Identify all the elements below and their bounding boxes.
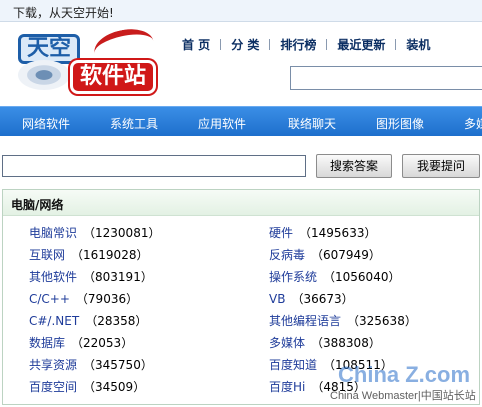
category-count: （803191） xyxy=(83,270,153,284)
category-system-tools[interactable]: 系统工具 xyxy=(110,115,158,132)
category-count: （607949） xyxy=(311,248,381,262)
category-link[interactable]: 互联网 xyxy=(29,248,65,262)
category-count: （34509） xyxy=(83,380,146,394)
logo-text-ruanjianzhan: 软件站 xyxy=(70,60,156,94)
category-link[interactable]: 共享资源 xyxy=(29,358,77,372)
list-item: C/C++ （79036） xyxy=(29,290,138,307)
ask-question-button[interactable]: 我要提问 xyxy=(402,154,480,178)
category-count: （36673） xyxy=(291,292,354,306)
category-count: （1056040） xyxy=(323,270,401,284)
nav-categories[interactable]: 分 类 xyxy=(231,36,259,53)
nav-ranking[interactable]: 排行榜 xyxy=(280,36,316,53)
category-count: （28358） xyxy=(85,314,148,328)
panel-title: 电脑/网络 xyxy=(11,198,64,212)
main-nav: 首 页 分 类 排行榜 最近更新 装机 xyxy=(182,36,430,54)
slogan-text: 下载，从天空开始! xyxy=(13,6,114,20)
top-bar: 下载，从天空开始! xyxy=(0,0,482,22)
search-answers-button[interactable]: 搜索答案 xyxy=(316,154,392,178)
category-count: （1230081） xyxy=(83,226,161,240)
category-link[interactable]: 硬件 xyxy=(269,226,293,240)
category-graphics[interactable]: 图形图像 xyxy=(376,115,424,132)
category-bar: 网络软件 系统工具 应用软件 联络聊天 图形图像 多媒 xyxy=(0,106,482,136)
list-item: VB （36673） xyxy=(269,290,354,307)
category-link[interactable]: 多媒体 xyxy=(269,336,305,350)
list-item: 数据库 （22053） xyxy=(29,334,133,351)
category-link[interactable]: 反病毒 xyxy=(269,248,305,262)
category-count: （325638） xyxy=(347,314,417,328)
category-count: （79036） xyxy=(75,292,139,306)
category-link[interactable]: C/C++ xyxy=(29,292,70,306)
list-item: 硬件 （1495633） xyxy=(269,224,376,241)
category-link[interactable]: 其他编程语言 xyxy=(269,314,341,328)
category-link[interactable]: 百度知道 xyxy=(269,358,317,372)
question-search-input[interactable] xyxy=(2,155,306,177)
list-item: 多媒体 （388308） xyxy=(269,334,381,351)
list-item: 其他软件 （803191） xyxy=(29,268,153,285)
category-link[interactable]: 操作系统 xyxy=(269,270,317,284)
category-chat[interactable]: 联络聊天 xyxy=(288,115,336,132)
list-item: 反病毒 （607949） xyxy=(269,246,381,263)
nav-divider xyxy=(395,39,397,50)
category-applications[interactable]: 应用软件 xyxy=(198,115,246,132)
category-count: （1495633） xyxy=(299,226,377,240)
category-count: （388308） xyxy=(311,336,381,350)
category-link[interactable]: 百度Hi xyxy=(269,380,305,394)
list-item: 互联网 （1619028） xyxy=(29,246,148,263)
category-multimedia[interactable]: 多媒 xyxy=(464,115,482,132)
category-count: （345750） xyxy=(83,358,153,372)
category-link[interactable]: 数据库 xyxy=(29,336,65,350)
category-network-software[interactable]: 网络软件 xyxy=(22,115,70,132)
site-search-input[interactable] xyxy=(290,66,482,90)
category-link[interactable]: 电脑常识 xyxy=(29,226,77,240)
list-item: C#/.NET （28358） xyxy=(29,312,147,329)
list-item: 其他编程语言 （325638） xyxy=(269,312,417,329)
category-link[interactable]: 百度空间 xyxy=(29,380,77,394)
nav-divider xyxy=(220,39,222,50)
nav-divider xyxy=(326,39,328,50)
category-count: （22053） xyxy=(71,336,134,350)
category-link[interactable]: 其他软件 xyxy=(29,270,77,284)
watermark-caption: China Webmaster|中国站长站 xyxy=(330,390,476,402)
nav-home[interactable]: 首 页 xyxy=(182,36,210,53)
site-logo[interactable]: 天空 软件站 xyxy=(14,24,157,98)
nav-recent-updates[interactable]: 最近更新 xyxy=(337,36,385,53)
watermark-brand: China Z.com xyxy=(338,362,471,387)
panel-header: 电脑/网络 xyxy=(3,190,479,216)
category-count: （1619028） xyxy=(71,248,149,262)
list-item: 百度空间 （34509） xyxy=(29,378,145,395)
nav-divider xyxy=(269,39,271,50)
watermark: China Z.com China Webmaster|中国站长站 xyxy=(330,360,480,405)
list-item: 操作系统 （1056040） xyxy=(269,268,400,285)
category-link[interactable]: VB xyxy=(269,292,285,306)
eye-icon xyxy=(18,60,70,90)
list-item: 电脑常识 （1230081） xyxy=(29,224,160,241)
category-link[interactable]: C#/.NET xyxy=(29,314,79,328)
nav-install[interactable]: 装机 xyxy=(406,36,430,53)
list-item: 共享资源 （345750） xyxy=(29,356,153,373)
